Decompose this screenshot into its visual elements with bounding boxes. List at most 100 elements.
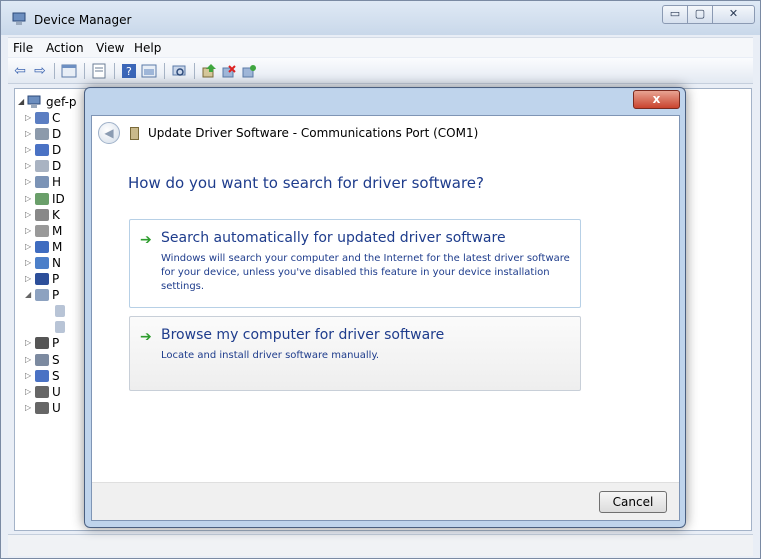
browse-computer-option[interactable]: ➔ Browse my computer for driver software… <box>129 316 581 391</box>
tree-node-label: M <box>52 239 63 254</box>
window-title: Device Manager <box>34 13 132 27</box>
close-button[interactable]: ✕ <box>712 5 755 24</box>
properties-icon[interactable] <box>91 63 107 79</box>
tree-node-label: P <box>52 288 60 303</box>
dialog-footer: Cancel <box>92 482 679 520</box>
expand-icon[interactable]: ▷ <box>25 113 31 122</box>
show-hide-console-tree-icon[interactable] <box>61 63 77 79</box>
usb-icon <box>35 401 49 414</box>
collapse-icon[interactable]: ◢ <box>25 290 31 299</box>
dialog-title: Update Driver Software - Communications … <box>148 126 479 140</box>
tree-node-label: P <box>52 336 60 351</box>
display-adapter-icon <box>35 144 49 157</box>
port-icon <box>130 127 139 140</box>
device-manager-icon <box>12 12 26 25</box>
disable-icon[interactable] <box>241 63 257 79</box>
search-automatically-option[interactable]: ➔ Search automatically for updated drive… <box>129 219 581 308</box>
close-icon: x <box>652 92 661 106</box>
back-button[interactable]: ◀ <box>98 122 120 144</box>
expand-icon[interactable]: ▷ <box>25 210 31 219</box>
toolbar-separator <box>114 63 115 79</box>
monitor-icon <box>35 240 49 253</box>
expand-icon[interactable]: ▷ <box>25 258 31 267</box>
expand-icon[interactable]: ▷ <box>25 161 31 170</box>
computer-icon <box>35 112 49 124</box>
maximize-icon: ▢ <box>694 7 706 20</box>
toolbar: ⇦ ⇨ ? <box>8 58 753 84</box>
tree-node-label: H <box>52 175 62 190</box>
ports-icon <box>35 289 49 302</box>
svg-text:?: ? <box>126 65 132 78</box>
dialog-header: ◀ Update Driver Software - Communication… <box>92 116 679 150</box>
port-child-icon <box>55 321 65 334</box>
uninstall-icon[interactable] <box>221 63 237 79</box>
network-adapter-icon <box>35 256 49 269</box>
tree-node-label: P <box>52 272 60 286</box>
tree-node-label: N <box>52 255 61 270</box>
tree-node-label: K <box>52 207 60 222</box>
expand-icon[interactable]: ▷ <box>25 194 31 203</box>
forward-arrow-icon[interactable]: ⇨ <box>32 63 48 79</box>
scan-hardware-icon[interactable] <box>171 63 187 79</box>
toolbar-separator <box>54 63 55 79</box>
port-icon <box>35 273 49 285</box>
dialog-close-button[interactable]: x <box>633 90 680 109</box>
keyboard-icon <box>35 208 49 221</box>
title-bar: Device Manager ▭ ▢ ✕ <box>1 1 760 35</box>
expand-icon[interactable]: ▷ <box>25 371 31 380</box>
expand-icon[interactable]: ▷ <box>25 226 31 235</box>
mouse-icon <box>35 224 49 237</box>
tree-node-label: C <box>52 111 61 125</box>
expand-icon[interactable]: ▷ <box>25 145 31 154</box>
green-arrow-icon: ➔ <box>140 232 152 248</box>
view-icon[interactable] <box>141 63 157 79</box>
minimize-icon: ▭ <box>669 7 681 20</box>
menu-action[interactable]: Action <box>46 41 84 55</box>
option-description: Windows will search your computer and th… <box>161 253 570 292</box>
tree-node-label: S <box>52 368 60 383</box>
dialog-client-area: ◀ Update Driver Software - Communication… <box>91 115 680 521</box>
tree-node-label: D <box>52 143 62 158</box>
tree-node-label: U <box>52 400 61 415</box>
green-arrow-icon: ➔ <box>140 329 152 345</box>
toolbar-separator <box>84 63 85 79</box>
collapse-icon[interactable]: ◢ <box>18 97 24 106</box>
update-driver-icon[interactable] <box>201 63 217 79</box>
tree-node-label: U <box>52 384 61 399</box>
help-icon[interactable]: ? <box>121 63 137 79</box>
dialog-question: How do you want to search for driver sof… <box>128 174 484 192</box>
expand-icon[interactable]: ▷ <box>25 338 31 347</box>
menu-view[interactable]: View <box>96 41 124 55</box>
cancel-button[interactable]: Cancel <box>599 491 667 513</box>
minimize-button[interactable]: ▭ <box>662 5 688 24</box>
menu-help[interactable]: Help <box>134 41 161 55</box>
expand-icon[interactable]: ▷ <box>25 177 31 186</box>
toolbar-separator <box>194 63 195 79</box>
dvd-drive-icon <box>35 160 49 173</box>
toolbar-separator <box>164 63 165 79</box>
menu-bar: File Action View Help <box>8 37 753 57</box>
usb-icon <box>35 385 49 398</box>
back-arrow-icon[interactable]: ⇦ <box>12 63 28 79</box>
update-driver-dialog: x ◀ Update Driver Software - Communicati… <box>84 87 686 528</box>
expand-icon[interactable]: ▷ <box>25 403 31 412</box>
expand-icon[interactable]: ▷ <box>25 387 31 396</box>
computer-icon <box>27 95 41 108</box>
ide-controller-icon <box>35 192 49 205</box>
expand-icon[interactable]: ▷ <box>25 274 31 283</box>
tree-node-label: D <box>52 159 62 174</box>
tree-root-label: gef-p <box>46 95 77 109</box>
expand-icon[interactable]: ▷ <box>25 355 31 364</box>
tree-node-label: M <box>52 223 63 238</box>
port-child-icon <box>55 305 65 318</box>
option-title: Search automatically for updated driver … <box>161 230 506 246</box>
disk-drive-icon <box>35 128 49 141</box>
sound-icon <box>35 353 49 366</box>
expand-icon[interactable]: ▷ <box>25 242 31 251</box>
maximize-button[interactable]: ▢ <box>687 5 713 24</box>
status-bar <box>8 534 753 556</box>
expand-icon[interactable]: ▷ <box>25 129 31 138</box>
processor-icon <box>35 337 49 350</box>
system-device-icon <box>35 369 49 382</box>
menu-file[interactable]: File <box>13 41 33 55</box>
